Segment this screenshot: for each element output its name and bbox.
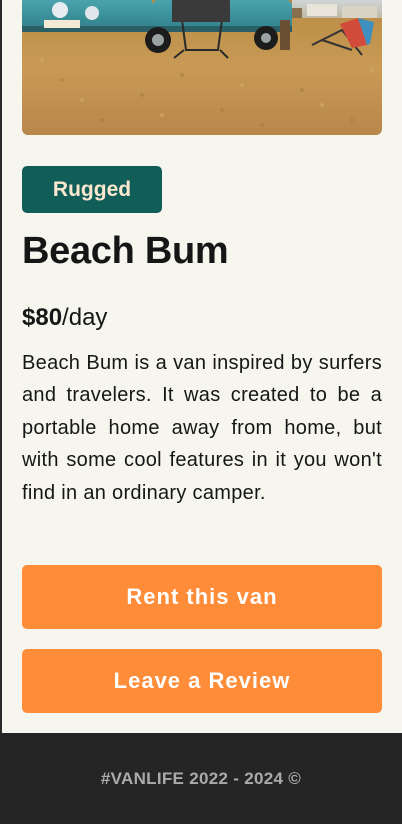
van-photo — [22, 0, 382, 135]
van-price: $80/day — [22, 304, 107, 332]
van-detail-section: Rugged Beach Bum $80/day Beach Bum is a … — [2, 0, 402, 733]
van-description: Beach Bum is a van inspired by surfers a… — [22, 352, 382, 504]
footer: #VANLIFE 2022 - 2024 © — [0, 733, 402, 824]
price-amount: $80 — [22, 304, 63, 331]
leave-review-button[interactable]: Leave a Review — [22, 649, 382, 713]
price-unit: /day — [62, 304, 108, 331]
footer-text: #VANLIFE 2022 - 2024 © — [100, 768, 302, 788]
van-type-badge: Rugged — [22, 166, 162, 213]
van-name: Beach Bum — [22, 230, 229, 272]
rent-van-button[interactable]: Rent this van — [22, 565, 382, 629]
